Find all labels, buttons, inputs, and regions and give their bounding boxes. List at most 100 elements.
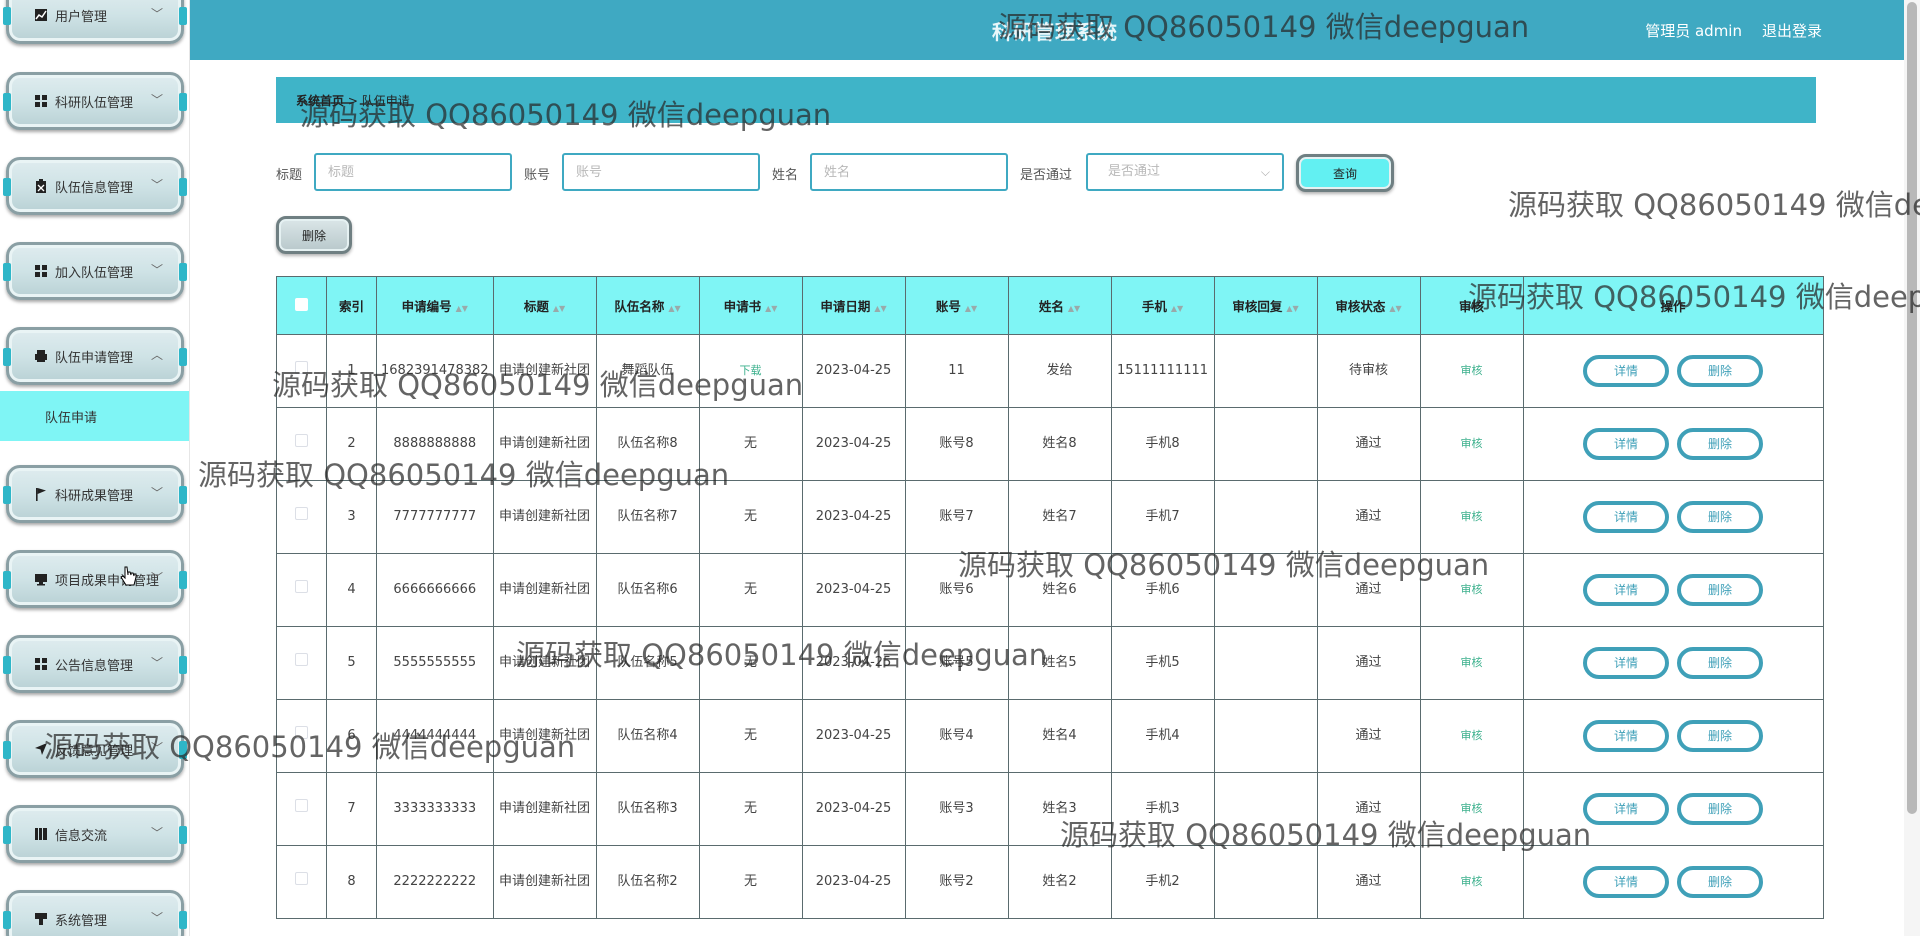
header-phone[interactable]: 手机 ▲▼	[1110, 276, 1215, 335]
header-name[interactable]: 姓名 ▲▼	[1007, 276, 1112, 335]
account-search-input[interactable]	[562, 153, 760, 191]
header-title[interactable]: 标题 ▲▼	[492, 276, 597, 335]
sort-icon[interactable]: ▲▼	[965, 304, 977, 313]
query-button[interactable]: 查询	[1296, 154, 1394, 192]
header-review-status[interactable]: 审核状态 ▲▼	[1316, 276, 1421, 335]
status-select[interactable]: 是否通过 ⌵	[1086, 153, 1284, 191]
sort-icon[interactable]: ▲▼	[456, 304, 468, 313]
header-actions: 操作	[1522, 276, 1824, 335]
row-actions-cell: 详情 删除	[1522, 772, 1824, 846]
applications-table: 索引 申请编号 ▲▼ 标题 ▲▼ 队伍名称 ▲▼ 申请书 ▲▼ 申请日期 ▲▼ 账号 ▲▼ …	[276, 276, 1824, 919]
header-account[interactable]: 账号 ▲▼	[904, 276, 1009, 335]
delete-row-button[interactable]: 删除	[1677, 647, 1764, 679]
sidebar-menu-button[interactable]: 用户管理 ﹀	[3, 0, 187, 44]
detail-button[interactable]: 详情	[1583, 720, 1670, 752]
delete-row-button[interactable]: 删除	[1677, 574, 1764, 606]
row-team-name-cell: 队伍名称8	[595, 407, 700, 481]
sidebar-item: 队伍申请管理 ︿	[3, 327, 187, 385]
row-phone-cell: 15111111111	[1110, 334, 1215, 408]
detail-button[interactable]: 详情	[1583, 574, 1670, 606]
sort-icon[interactable]: ▲▼	[874, 304, 886, 313]
row-phone-cell: 手机7	[1110, 480, 1215, 554]
batch-delete-button[interactable]: 删除	[276, 216, 352, 254]
detail-button[interactable]: 详情	[1583, 428, 1670, 460]
row-title: 申请创建新社团	[499, 728, 591, 743]
sidebar-item: 队伍信息管理 ﹀	[3, 157, 187, 215]
sidebar-menu-button[interactable]: 反馈意见管理 ﹀	[3, 720, 187, 778]
row-app-no: 1682391478382	[381, 363, 489, 378]
row-checkbox[interactable]	[295, 726, 308, 739]
row-phone: 手机7	[1145, 509, 1180, 524]
header-app-no[interactable]: 申请编号 ▲▼	[376, 276, 494, 335]
scrollbar[interactable]	[1904, 0, 1920, 936]
sidebar-menu-button[interactable]: 科研成果管理 ﹀	[3, 465, 187, 523]
title-search-input[interactable]	[314, 153, 512, 191]
row-select-cell	[276, 334, 327, 408]
delete-row-button[interactable]: 删除	[1677, 866, 1764, 898]
row-review-link[interactable]: 审核	[1461, 656, 1483, 669]
scrollbar-thumb[interactable]	[1907, 2, 1917, 814]
breadcrumb-separator: >	[344, 94, 362, 108]
sort-icon[interactable]: ▲▼	[668, 304, 680, 313]
detail-button[interactable]: 详情	[1583, 501, 1670, 533]
sort-icon[interactable]: ▲▼	[765, 304, 777, 313]
name-search-input[interactable]	[810, 153, 1008, 191]
row-checkbox[interactable]	[295, 507, 308, 520]
row-team-name: 队伍名称2	[617, 874, 678, 889]
row-checkbox[interactable]	[295, 799, 308, 812]
delete-row-button[interactable]: 删除	[1677, 428, 1764, 460]
row-review-link[interactable]: 审核	[1461, 510, 1483, 523]
header-phone-label: 手机	[1141, 299, 1167, 314]
row-application-cell: 无	[698, 699, 803, 773]
sidebar-menu-button[interactable]: 加入队伍管理 ﹀	[3, 242, 187, 300]
logout-link[interactable]: 退出登录	[1762, 20, 1822, 41]
row-checkbox[interactable]	[295, 653, 308, 666]
sidebar-menu-button[interactable]: 项目成果申请管理 ﹀	[3, 550, 187, 608]
row-app-no-cell: 8888888888	[376, 407, 494, 481]
header-team-name[interactable]: 队伍名称 ▲▼	[595, 276, 700, 335]
row-name-cell: 姓名4	[1007, 699, 1112, 773]
row-review-link[interactable]: 审核	[1461, 364, 1483, 377]
row-review-reply-cell	[1213, 772, 1318, 846]
select-all-header	[276, 276, 327, 335]
breadcrumb-home[interactable]: 系统首页	[296, 94, 344, 108]
sidebar-menu-button[interactable]: 科研队伍管理 ﹀	[3, 72, 187, 130]
detail-button[interactable]: 详情	[1583, 647, 1670, 679]
row-index: 6	[347, 728, 356, 743]
sidebar-menu-button[interactable]: 信息交流 ﹀	[3, 805, 187, 863]
delete-row-button[interactable]: 删除	[1677, 501, 1764, 533]
sidebar-menu-button[interactable]: 系统管理 ﹀	[3, 890, 187, 936]
delete-row-button[interactable]: 删除	[1677, 793, 1764, 825]
row-app-no-cell: 1682391478382	[376, 334, 494, 408]
submenu-item-team-application[interactable]: 队伍申请	[0, 391, 189, 441]
row-checkbox[interactable]	[295, 361, 308, 374]
detail-button[interactable]: 详情	[1583, 355, 1670, 387]
row-checkbox[interactable]	[295, 872, 308, 885]
sort-icon[interactable]: ▲▼	[553, 304, 565, 313]
delete-row-button[interactable]: 删除	[1677, 720, 1764, 752]
row-checkbox[interactable]	[295, 580, 308, 593]
row-review-link[interactable]: 审核	[1461, 802, 1483, 815]
select-all-checkbox[interactable]	[295, 297, 308, 311]
sidebar-menu-button[interactable]: 公告信息管理 ﹀	[3, 635, 187, 693]
sort-icon[interactable]: ▲▼	[1171, 304, 1183, 313]
header-app-date[interactable]: 申请日期 ▲▼	[801, 276, 906, 335]
row-review-link[interactable]: 审核	[1461, 437, 1483, 450]
row-download-link[interactable]: 下载	[740, 364, 762, 377]
delete-row-button[interactable]: 删除	[1677, 355, 1764, 387]
header-review-reply[interactable]: 审核回复 ▲▼	[1213, 276, 1318, 335]
sidebar-menu-button[interactable]: 队伍信息管理 ﹀	[3, 157, 187, 215]
header-application-label: 申请书	[723, 299, 762, 314]
sort-icon[interactable]: ▲▼	[1068, 304, 1080, 313]
row-review-link[interactable]: 审核	[1461, 729, 1483, 742]
row-review-link[interactable]: 审核	[1461, 875, 1483, 888]
sort-icon[interactable]: ▲▼	[1286, 304, 1298, 313]
row-checkbox[interactable]	[295, 434, 308, 447]
sidebar-menu-button[interactable]: 队伍申请管理 ︿	[3, 327, 187, 385]
sort-icon[interactable]: ▲▼	[1389, 304, 1401, 313]
header-application[interactable]: 申请书 ▲▼	[698, 276, 803, 335]
chevron-down-icon: ⌵	[1260, 165, 1270, 179]
detail-button[interactable]: 详情	[1583, 866, 1670, 898]
row-review-link[interactable]: 审核	[1461, 583, 1483, 596]
detail-button[interactable]: 详情	[1583, 793, 1670, 825]
